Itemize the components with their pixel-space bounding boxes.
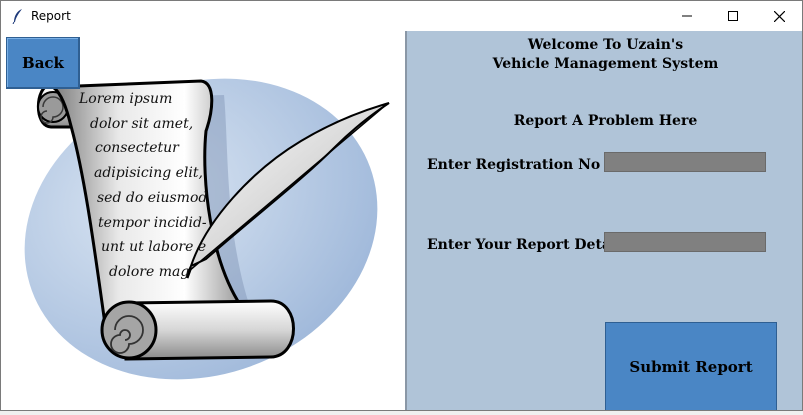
report-details-label: Enter Your Report Details [427,237,630,253]
scroll-text-line: adipisicing elit, [94,165,203,181]
scroll-text-line: dolore mag [109,264,189,280]
registration-input[interactable] [604,152,766,172]
registration-label: Enter Registration No [427,157,601,173]
back-button[interactable]: Back [6,37,80,89]
minimize-icon [682,15,692,17]
report-details-input[interactable] [604,232,766,252]
title-bar[interactable]: Report [1,1,802,31]
report-window: Report Lorem ipsum dolor sit amet, conse… [0,0,803,411]
report-heading: Report A Problem Here [513,113,698,129]
illustration-panel: Lorem ipsum dolor sit amet, consectetur … [1,31,405,410]
scroll-text-line: sed do eiusmod [97,190,207,206]
welcome-title-line2: Vehicle Management System [492,56,719,72]
scroll-text-line: consectetur [95,140,180,156]
close-icon [773,10,785,22]
minimize-button[interactable] [664,1,710,31]
scroll-text-line: tempor incidid- [98,215,207,231]
report-form-panel: Welcome To Uzain's Vehicle Management Sy… [405,31,802,410]
maximize-button[interactable] [710,1,756,31]
welcome-title-line1: Welcome To Uzain's [527,37,684,53]
scroll-text-line: unt ut labore e [101,239,206,255]
submit-report-button[interactable]: Submit Report [605,322,777,410]
window-title: Report [31,9,71,23]
feather-icon [12,9,22,24]
close-button[interactable] [756,1,802,31]
window-content: Lorem ipsum dolor sit amet, consectetur … [1,31,802,410]
maximize-icon [728,11,738,21]
scroll-text-line: dolor sit amet, [90,116,193,132]
scroll-text-line: Lorem ipsum [78,91,172,107]
